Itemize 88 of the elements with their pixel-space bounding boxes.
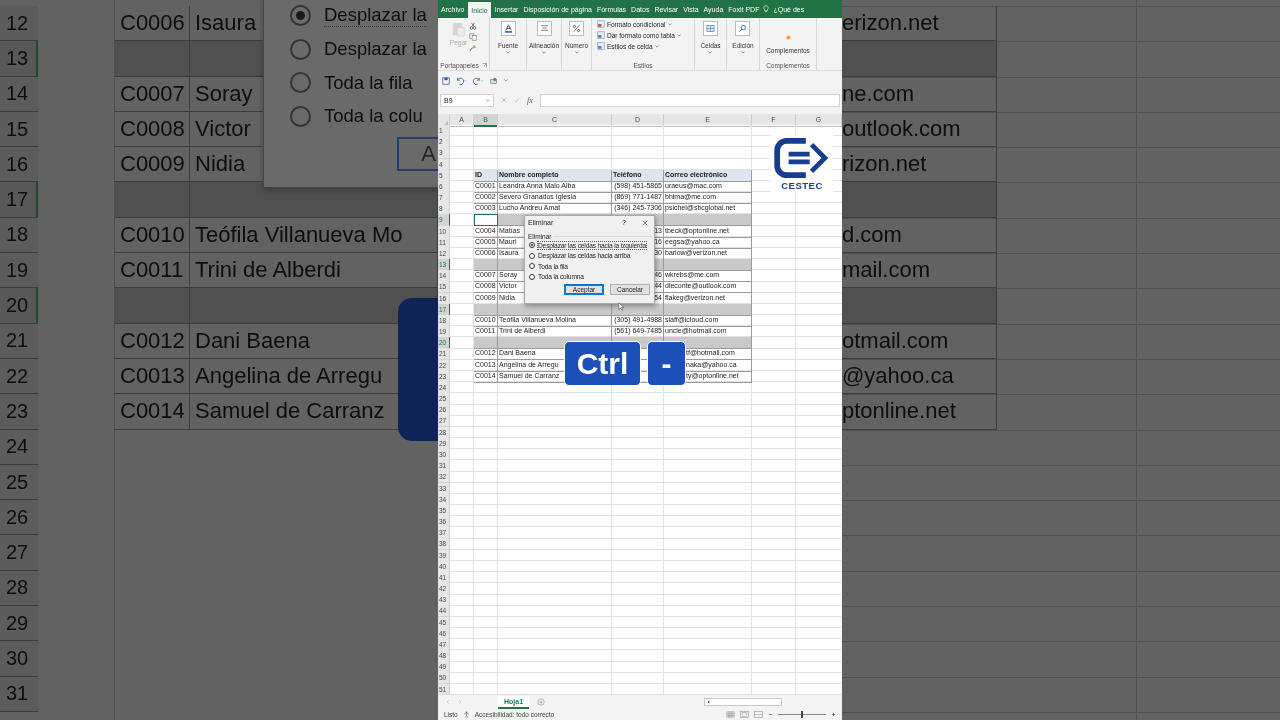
row-number: 29: [0, 606, 38, 642]
row-number: 15: [0, 111, 38, 148]
check-icon[interactable]: [514, 97, 520, 103]
cancel-icon[interactable]: [501, 97, 507, 103]
radio-button[interactable]: [290, 5, 311, 27]
radio-button[interactable]: [529, 252, 535, 259]
search-icon: [738, 24, 748, 33]
insert-function-button[interactable]: fx: [527, 95, 533, 105]
lightbulb-icon[interactable]: [763, 5, 770, 13]
page-break-icon[interactable]: [754, 711, 763, 718]
scissors-icon[interactable]: [469, 22, 478, 30]
row-number: 18: [0, 217, 38, 254]
table-cell: ptonline.net: [842, 394, 997, 430]
copy-icon[interactable]: [469, 33, 478, 41]
font-color-icon: [503, 24, 513, 33]
align-icon: [539, 24, 549, 33]
page-layout-icon[interactable]: [740, 711, 749, 718]
row-number: 28: [0, 570, 38, 607]
caret-icon: [741, 51, 745, 54]
row-number: 16: [0, 147, 38, 183]
option-label: Desplazar la: [324, 4, 427, 28]
radio-button[interactable]: [290, 105, 311, 127]
table-cell: ne.com: [842, 76, 997, 112]
caret-icon: [708, 51, 713, 54]
table-cell: C0012: [115, 323, 190, 359]
styles-icon: [597, 31, 605, 39]
caret-icon: [574, 51, 579, 54]
caret-icon: [542, 51, 546, 54]
row-number: 31: [0, 676, 38, 712]
table-cell: @yahoo.ca: [842, 358, 997, 395]
row-number: 21: [0, 323, 38, 359]
close-icon[interactable]: [642, 219, 648, 226]
add-sheet-icon[interactable]: [537, 698, 546, 706]
logo-text: CESTEC: [781, 180, 823, 191]
radio-button[interactable]: [529, 242, 535, 249]
row-number: 25: [0, 464, 38, 501]
cells-icon: [706, 24, 715, 33]
row-number: 27: [0, 535, 38, 571]
normal-view-icon[interactable]: [726, 711, 735, 718]
formula-field[interactable]: [539, 93, 840, 107]
touch-mode-icon[interactable]: [490, 76, 498, 85]
radio-button[interactable]: [529, 263, 535, 270]
table-cell: C0013: [115, 358, 190, 395]
save-icon[interactable]: [442, 76, 450, 85]
row-number: 13: [0, 41, 38, 77]
row-number: 14: [0, 76, 38, 112]
table-cell: C0008: [115, 111, 190, 148]
row-number: 19: [0, 253, 38, 289]
horizontal-scrollbar[interactable]: [704, 698, 782, 706]
row-number: 17: [0, 182, 38, 218]
row-number: 23: [0, 394, 38, 430]
caret-icon: [667, 22, 672, 26]
caret-icon: [486, 98, 490, 102]
redo-icon[interactable]: [473, 76, 484, 85]
styles-icon: [597, 42, 605, 50]
launcher-icon[interactable]: [481, 62, 487, 68]
table-cell: C0007: [115, 76, 190, 112]
dot-icon: [784, 33, 792, 41]
table-cell: outlook.com: [842, 111, 997, 148]
caret-icon: [654, 44, 659, 48]
key-cap: Ctrl: [564, 341, 641, 386]
logo-icon: [773, 137, 831, 179]
radio-button[interactable]: [529, 273, 535, 280]
caret-icon: [506, 51, 510, 54]
table-cell: C0010: [115, 217, 190, 254]
percent-icon: [572, 24, 581, 33]
caret-icon[interactable]: [504, 79, 508, 82]
undo-icon[interactable]: [456, 76, 467, 85]
row-number: 12: [0, 6, 38, 42]
arrow-icon[interactable]: [707, 700, 710, 704]
cursor-icon: [618, 302, 624, 311]
row-number: 26: [0, 500, 38, 536]
row-number: 24: [0, 429, 38, 465]
table-cell: otmail.com: [842, 323, 997, 359]
brush-icon[interactable]: [469, 44, 478, 52]
radio-button[interactable]: [290, 38, 311, 60]
row-number: 20: [0, 288, 38, 324]
zoom-out-icon[interactable]: [768, 712, 773, 717]
zoom-in-icon[interactable]: [831, 712, 836, 717]
row-number: 22: [0, 358, 38, 395]
accessibility-icon[interactable]: [462, 711, 470, 718]
table-cell: C0014: [115, 394, 190, 430]
radio-button[interactable]: [290, 72, 311, 94]
row-number: 30: [0, 641, 38, 677]
caret-icon: [676, 33, 681, 37]
key-cap: -: [647, 341, 686, 386]
table-cell: d.com: [842, 217, 997, 254]
clipboard-icon: [451, 21, 466, 37]
